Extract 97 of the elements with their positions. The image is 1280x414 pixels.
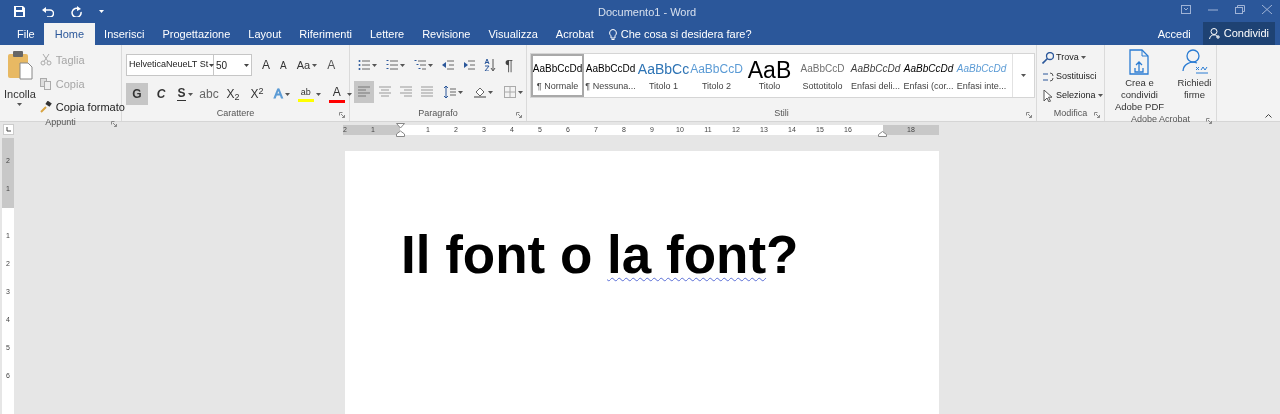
caret-icon [17, 102, 23, 106]
paste-button[interactable]: Incolla [4, 50, 36, 116]
save-icon [14, 5, 25, 17]
highlight-button[interactable]: ab [295, 83, 323, 105]
document-heading: Il font o la font? [401, 225, 800, 285]
copy-icon [39, 77, 52, 90]
redo-icon [71, 5, 82, 17]
paint-bucket-icon [474, 86, 486, 98]
multilevel-list-icon [414, 59, 426, 71]
font-size-field[interactable]: 50 [214, 54, 252, 76]
align-right-icon [400, 86, 412, 98]
group-label: Appunti [45, 115, 76, 129]
tab-selector[interactable] [3, 124, 14, 135]
find-button[interactable]: Trova [1042, 51, 1086, 64]
style-item[interactable]: AaBbCcDd ¶ Nessuna... [584, 54, 637, 97]
request-signatures-button[interactable]: Richiedi firme [1174, 49, 1215, 113]
group-label: Paragrafo [418, 107, 458, 121]
ribbon-tab[interactable]: Progettazione [153, 23, 240, 45]
replace-icon [1042, 70, 1054, 83]
style-item[interactable]: AaBbCcD Titolo 2 [690, 54, 743, 97]
lightbulb-icon [608, 28, 617, 40]
undo-icon [42, 5, 54, 17]
signature-person-icon [1181, 49, 1208, 75]
ribbon-tab[interactable]: Inserisci [95, 23, 154, 45]
italic-button[interactable]: C [150, 83, 172, 105]
caret-icon [1021, 74, 1026, 77]
justify-icon [421, 86, 433, 98]
person-add-icon [1208, 28, 1221, 39]
superscript-button[interactable]: X$^{2}$ [246, 83, 268, 105]
document-share-icon [1128, 49, 1151, 75]
font-color-button[interactable]: A [326, 83, 354, 105]
align-left-icon [358, 86, 370, 98]
increase-indent-icon [463, 59, 475, 71]
paintbrush-icon [39, 101, 52, 114]
group-label: Stili [774, 107, 789, 121]
align-left-button[interactable] [354, 81, 374, 103]
clear-formatting-button[interactable]: A [325, 55, 338, 75]
ribbon-tab[interactable]: Riferimenti [290, 23, 361, 45]
change-case-button[interactable]: Aa [294, 55, 320, 75]
underline-button[interactable]: S [174, 83, 196, 105]
dialog-launcher-icon [1026, 112, 1032, 118]
decrease-indent-icon [442, 59, 454, 71]
share-button[interactable]: Condividi [1202, 22, 1275, 45]
strike-button[interactable]: abc [198, 83, 220, 105]
grow-font-button[interactable]: A [260, 55, 272, 75]
subscript-button[interactable]: X$_{2}$ [222, 83, 244, 105]
group-label: Adobe Acrobat [1130, 113, 1190, 126]
scissors-icon [39, 54, 52, 67]
style-item[interactable]: AaBbCcDd ¶ Normale [531, 54, 584, 97]
dialog-launcher-icon [1094, 112, 1100, 118]
borders-icon [504, 86, 516, 98]
group-label: Modifica [1053, 107, 1088, 121]
numbered-list-icon [386, 59, 398, 71]
caret-icon [99, 9, 104, 13]
bold-button[interactable]: G [126, 83, 148, 105]
dialog-launcher-icon [339, 112, 345, 118]
format-painter-button[interactable]: Copia formato [39, 99, 125, 116]
style-item[interactable]: AaBbCc Titolo 1 [637, 54, 690, 97]
create-pdf-button[interactable]: Crea e condividi Adobe PDF [1106, 49, 1173, 113]
ribbon-tab[interactable]: Visualizza [479, 23, 547, 45]
caret-icon [244, 63, 249, 67]
window-title: Documento1 - Word [598, 5, 697, 20]
tab-stop-icon [6, 127, 11, 132]
ribbon-tab[interactable]: Revisione [413, 23, 480, 45]
search-icon [1042, 51, 1054, 64]
ribbon-tab[interactable]: File [8, 23, 44, 45]
font-name-field[interactable]: HelveticaNeueLT St [126, 54, 214, 76]
ribbon-tab[interactable]: Acrobat [546, 23, 603, 45]
sort-icon [484, 59, 496, 71]
ribbon-tab[interactable]: Layout [239, 23, 291, 45]
cursor-icon [1042, 89, 1054, 102]
dialog-launcher-icon [1206, 118, 1212, 124]
bullet-list-icon [358, 59, 370, 71]
style-item[interactable]: AaB Titolo [743, 54, 796, 97]
caret-icon [209, 63, 215, 67]
style-item[interactable]: AaBbCcDd Enfasi deli... [849, 54, 902, 97]
show-marks-button[interactable]: ¶ [501, 54, 518, 76]
replace-button[interactable]: Sostituisci [1042, 70, 1097, 83]
align-center-icon [379, 86, 391, 98]
restore-icon [1235, 5, 1245, 14]
collapse-ribbon-icon [1265, 114, 1272, 118]
line-spacing-icon [444, 86, 456, 98]
dialog-launcher-icon [516, 112, 522, 118]
style-item[interactable]: AaBbCcDd Enfasi (cor... [902, 54, 955, 97]
ribbon-tab[interactable]: Lettere [360, 23, 414, 45]
style-item[interactable]: AaBbCcD Sottotitolo [796, 54, 849, 97]
sign-in-link[interactable]: Accedi [1145, 23, 1203, 45]
tell-me-field[interactable]: Che cosa si desidera fare? [608, 23, 752, 45]
group-label: Carattere [216, 107, 255, 121]
dialog-launcher-icon [111, 120, 117, 127]
ribbon-display-icon [1181, 5, 1191, 14]
clipboard-icon [6, 50, 33, 80]
ribbon-tab[interactable]: Home [43, 23, 96, 45]
select-button[interactable]: Seleziona [1042, 89, 1103, 102]
close-icon [1262, 5, 1272, 14]
shrink-font-button[interactable]: A [278, 55, 289, 75]
style-item[interactable]: AaBbCcDd Enfasi inte... [955, 54, 1008, 97]
